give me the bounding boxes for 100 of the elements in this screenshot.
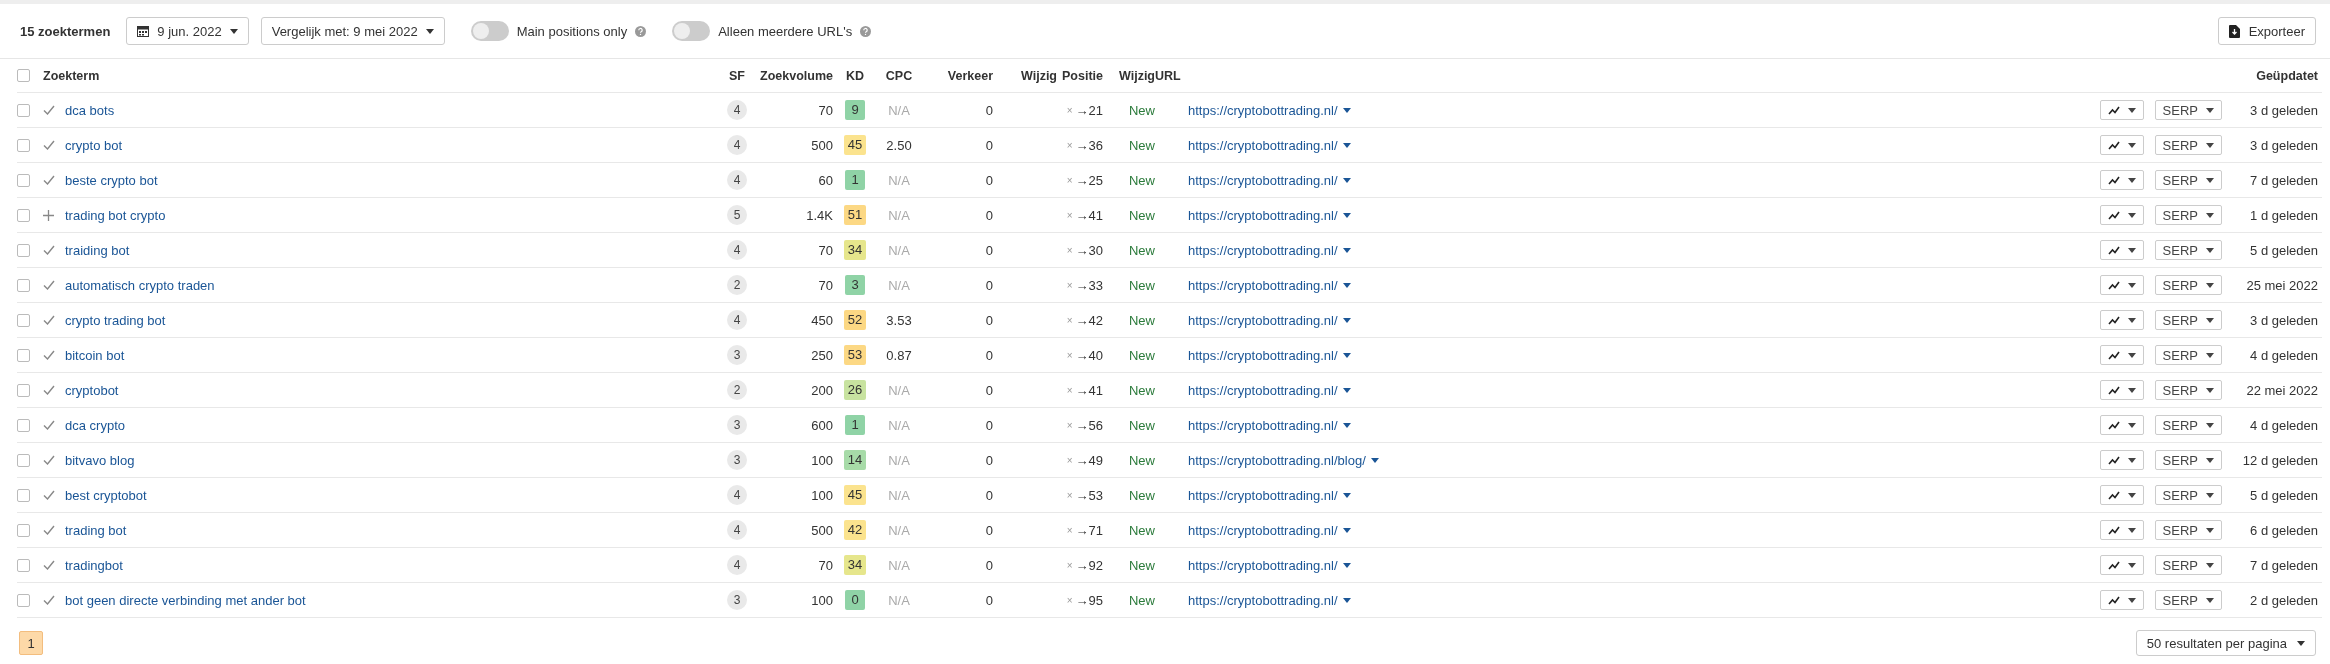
url-link[interactable]: https://cryptobottrading.nl/	[1188, 312, 1338, 328]
chart-dropdown[interactable]	[2100, 520, 2144, 540]
row-checkbox[interactable]	[17, 278, 30, 292]
serp-dropdown[interactable]: SERP	[2154, 275, 2222, 295]
serp-dropdown[interactable]: SERP	[2154, 450, 2222, 470]
select-all-checkbox[interactable]	[17, 69, 30, 82]
caret-icon[interactable]	[1342, 317, 1351, 323]
column-header[interactable]: Wijzig	[1103, 68, 1155, 83]
chart-dropdown[interactable]	[2100, 240, 2144, 260]
keyword-link[interactable]: best cryptobot	[65, 487, 717, 503]
column-header[interactable]: Zoekterm	[43, 68, 717, 83]
chart-dropdown[interactable]	[2100, 310, 2144, 330]
column-header[interactable]: Zoekvolume	[757, 68, 833, 83]
row-checkbox[interactable]	[17, 383, 30, 397]
chart-dropdown[interactable]	[2100, 345, 2144, 365]
caret-icon[interactable]	[1342, 422, 1351, 428]
help-icon[interactable]	[635, 25, 647, 37]
chart-dropdown[interactable]	[2100, 135, 2144, 155]
keyword-link[interactable]: automatisch crypto traden	[65, 277, 717, 293]
keyword-link[interactable]: crypto bot	[65, 137, 717, 153]
chart-dropdown[interactable]	[2100, 380, 2144, 400]
column-header[interactable]: KD	[845, 68, 865, 83]
chart-dropdown[interactable]	[2100, 205, 2144, 225]
serp-dropdown[interactable]: SERP	[2154, 590, 2222, 610]
url-link[interactable]: https://cryptobottrading.nl/	[1188, 417, 1338, 433]
column-header[interactable]: CPC	[885, 68, 913, 83]
keyword-link[interactable]: beste crypto bot	[65, 172, 717, 188]
url-link[interactable]: https://cryptobottrading.nl/	[1188, 207, 1338, 223]
toggle-switch[interactable]	[470, 21, 509, 41]
caret-icon[interactable]	[1342, 492, 1351, 498]
column-header[interactable]: Verkeer	[921, 68, 993, 83]
row-checkbox[interactable]	[17, 418, 30, 432]
row-checkbox[interactable]	[17, 138, 30, 152]
toggle-switch[interactable]	[672, 21, 711, 41]
row-checkbox[interactable]	[17, 208, 30, 222]
row-checkbox[interactable]	[17, 103, 30, 117]
caret-icon[interactable]	[1342, 282, 1351, 288]
keyword-link[interactable]: dca bots	[65, 102, 717, 118]
keyword-link[interactable]: dca crypto	[65, 417, 717, 433]
url-link[interactable]: https://cryptobottrading.nl/	[1188, 557, 1338, 573]
chart-dropdown[interactable]	[2100, 450, 2144, 470]
keyword-link[interactable]: bitcoin bot	[65, 347, 717, 363]
chart-dropdown[interactable]	[2100, 590, 2144, 610]
row-checkbox[interactable]	[17, 488, 30, 502]
page-button[interactable]: 1	[19, 631, 43, 655]
keyword-link[interactable]: trading bot crypto	[65, 207, 717, 223]
column-header[interactable]: Wijzig	[993, 68, 1057, 83]
serp-dropdown[interactable]: SERP	[2154, 240, 2222, 260]
results-per-page-dropdown[interactable]: 50 resultaten per pagina	[2135, 630, 2316, 656]
url-link[interactable]: https://cryptobottrading.nl/	[1188, 487, 1338, 503]
row-checkbox[interactable]	[17, 593, 30, 607]
url-link[interactable]: https://cryptobottrading.nl/	[1188, 137, 1338, 153]
caret-icon[interactable]	[1342, 352, 1351, 358]
chart-dropdown[interactable]	[2100, 485, 2144, 505]
keyword-link[interactable]: bot geen directe verbinding met ander bot	[65, 592, 717, 608]
row-checkbox[interactable]	[17, 558, 30, 572]
caret-icon[interactable]	[1370, 457, 1379, 463]
row-checkbox[interactable]	[17, 313, 30, 327]
row-checkbox[interactable]	[17, 523, 30, 537]
keyword-link[interactable]: bitvavo blog	[65, 452, 717, 468]
caret-icon[interactable]	[1342, 212, 1351, 218]
row-checkbox[interactable]	[17, 173, 30, 187]
url-link[interactable]: https://cryptobottrading.nl/	[1188, 592, 1338, 608]
chart-dropdown[interactable]	[2100, 170, 2144, 190]
url-link[interactable]: https://cryptobottrading.nl/	[1188, 102, 1338, 118]
keyword-link[interactable]: tradingbot	[65, 557, 717, 573]
date-dropdown[interactable]: 9 jun. 2022	[126, 17, 249, 45]
url-link[interactable]: https://cryptobottrading.nl/	[1188, 242, 1338, 258]
keyword-link[interactable]: traiding bot	[65, 242, 717, 258]
url-link[interactable]: https://cryptobottrading.nl/	[1188, 172, 1338, 188]
caret-icon[interactable]	[1342, 107, 1351, 113]
row-checkbox[interactable]	[17, 348, 30, 362]
caret-icon[interactable]	[1342, 527, 1351, 533]
column-header[interactable]: URL	[1155, 68, 1188, 83]
caret-icon[interactable]	[1342, 387, 1351, 393]
caret-icon[interactable]	[1342, 597, 1351, 603]
serp-dropdown[interactable]: SERP	[2154, 555, 2222, 575]
help-icon[interactable]	[860, 25, 872, 37]
serp-dropdown[interactable]: SERP	[2154, 135, 2222, 155]
serp-dropdown[interactable]: SERP	[2154, 380, 2222, 400]
export-button[interactable]: Exporteer	[2217, 17, 2316, 45]
url-link[interactable]: https://cryptobottrading.nl/	[1188, 382, 1338, 398]
serp-dropdown[interactable]: SERP	[2154, 415, 2222, 435]
column-header[interactable]: SF	[729, 68, 745, 83]
serp-dropdown[interactable]: SERP	[2154, 100, 2222, 120]
row-checkbox[interactable]	[17, 243, 30, 257]
compare-dropdown[interactable]: Vergelijk met: 9 mei 2022	[260, 17, 445, 45]
serp-dropdown[interactable]: SERP	[2154, 345, 2222, 365]
url-link[interactable]: https://cryptobottrading.nl/	[1188, 347, 1338, 363]
serp-dropdown[interactable]: SERP	[2154, 205, 2222, 225]
chart-dropdown[interactable]	[2100, 100, 2144, 120]
serp-dropdown[interactable]: SERP	[2154, 170, 2222, 190]
url-link[interactable]: https://cryptobottrading.nl/blog/	[1188, 452, 1366, 468]
caret-icon[interactable]	[1342, 142, 1351, 148]
row-checkbox[interactable]	[17, 453, 30, 467]
url-link[interactable]: https://cryptobottrading.nl/	[1188, 522, 1338, 538]
serp-dropdown[interactable]: SERP	[2154, 485, 2222, 505]
serp-dropdown[interactable]: SERP	[2154, 310, 2222, 330]
serp-dropdown[interactable]: SERP	[2154, 520, 2222, 540]
caret-icon[interactable]	[1342, 247, 1351, 253]
